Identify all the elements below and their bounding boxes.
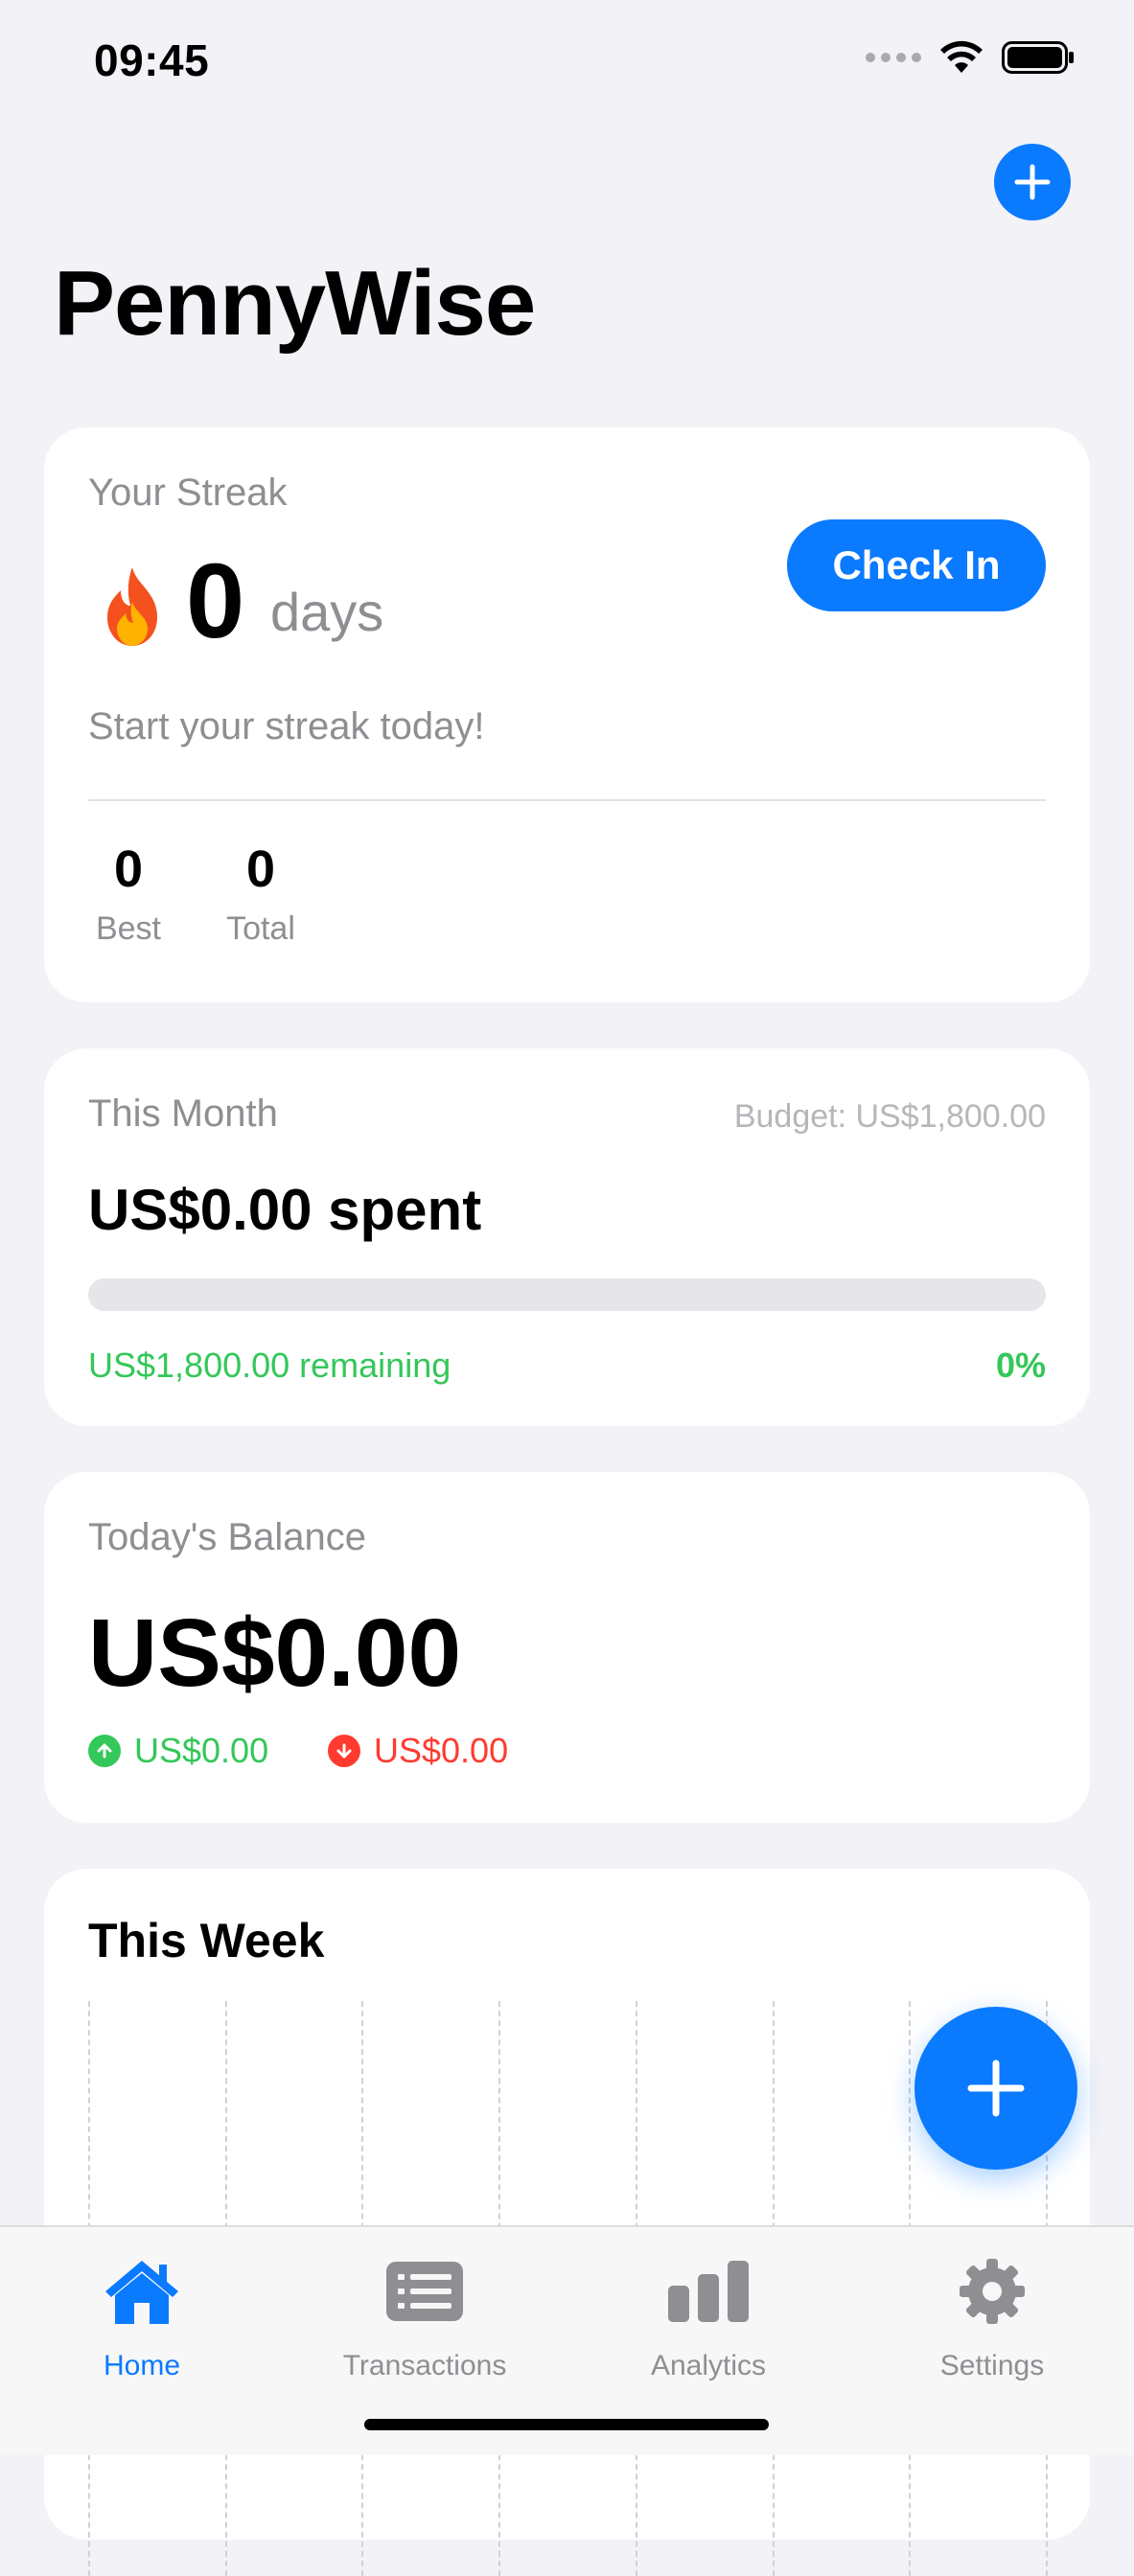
streak-label: Your Streak [88,472,288,514]
page-title: PennyWise [54,252,536,355]
balance-card: Today's Balance US$0.00 US$0.00 US$0.00 [44,1472,1090,1823]
check-in-button[interactable]: Check In [787,519,1046,611]
total-value: 0 [245,840,276,898]
expense-amount: US$0.00 [374,1731,509,1770]
gear-icon [960,2259,1025,2324]
tab-transactions[interactable]: Transactions [310,2252,540,2382]
balance-label: Today's Balance [88,1516,367,1558]
battery-icon [1002,41,1074,74]
home-indicator [364,2419,769,2430]
wifi-icon [940,40,983,73]
arrow-down-icon [328,1735,360,1767]
remaining-amount: US$1,800.00 remaining [88,1346,451,1385]
streak-count: 0 [186,542,245,660]
plus-icon [1014,164,1051,200]
house-icon [105,2261,178,2324]
tab-home[interactable]: Home [27,2252,257,2382]
best-stat: 0 Best [88,840,169,948]
flame-icon [107,567,157,646]
tab-label: Settings [939,2350,1045,2381]
budget-text: Budget: US$1,800.00 [733,1098,1046,1135]
budget-progress-bar [88,1278,1046,1311]
list-icon [386,2262,463,2321]
income-amount: US$0.00 [134,1731,269,1770]
status-time: 09:45 [94,35,210,85]
expense-summary: US$0.00 [328,1731,508,1771]
tab-analytics[interactable]: Analytics [593,2252,823,2382]
total-stat: 0 Total [217,840,305,948]
best-value: 0 [113,840,144,898]
streak-card: Your Streak 0 days Check In Start your s… [44,427,1090,1002]
total-label: Total [226,910,295,947]
month-label: This Month [88,1092,278,1135]
add-button[interactable] [994,144,1071,220]
divider [88,799,1046,801]
streak-message: Start your streak today! [88,705,485,748]
tab-settings[interactable]: Settings [877,2252,1107,2382]
arrow-up-icon [88,1735,121,1767]
week-title: This Week [88,1914,325,1967]
plus-icon [967,2059,1025,2117]
balance-amount: US$0.00 [88,1599,462,1707]
tab-label: Analytics [650,2350,767,2381]
budget-percent: 0% [995,1346,1046,1385]
bar-chart-icon [668,2261,749,2322]
tab-label: Transactions [342,2350,507,2381]
income-summary: US$0.00 [88,1731,268,1771]
tab-label: Home [103,2350,181,2381]
cellular-signal-icon [866,53,921,62]
monthly-budget-card: This Month Budget: US$1,800.00 US$0.00 s… [44,1048,1090,1426]
best-label: Best [95,910,162,947]
spent-amount: US$0.00 spent [88,1178,482,1242]
add-transaction-fab[interactable] [914,2007,1077,2170]
status-icons [866,40,1075,75]
streak-unit: days [270,582,384,642]
